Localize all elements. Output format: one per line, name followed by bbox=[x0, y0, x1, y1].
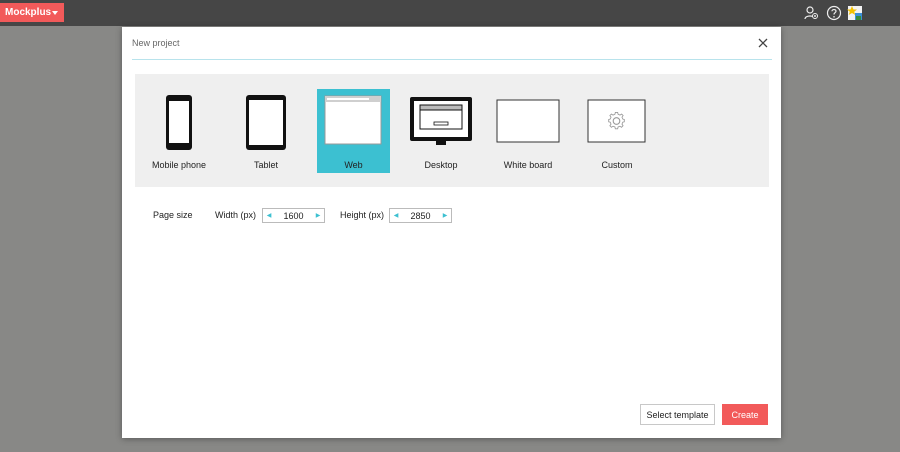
decrement-icon[interactable]: ◀ bbox=[264, 211, 274, 221]
device-label: Web bbox=[344, 160, 363, 170]
device-option-web[interactable]: Web bbox=[317, 89, 390, 173]
device-label: Desktop bbox=[424, 160, 458, 170]
mobile-phone-icon bbox=[166, 95, 192, 150]
close-icon[interactable] bbox=[757, 37, 769, 49]
avatar-icon[interactable] bbox=[847, 5, 863, 21]
device-label: White board bbox=[503, 160, 553, 170]
device-option-tablet[interactable]: Tablet bbox=[230, 89, 302, 173]
create-button[interactable]: Create bbox=[722, 404, 768, 425]
user-group-icon[interactable] bbox=[803, 5, 819, 21]
decrement-icon[interactable]: ◀ bbox=[391, 211, 401, 221]
increment-icon[interactable]: ▶ bbox=[313, 211, 323, 221]
height-stepper[interactable]: ◀ 2850 ▶ bbox=[389, 208, 452, 223]
height-label: Height (px) bbox=[340, 210, 385, 220]
top-bar: Mockplus bbox=[0, 0, 900, 26]
device-option-desktop[interactable]: Desktop bbox=[406, 89, 476, 173]
dialog-title: New project bbox=[132, 38, 180, 48]
device-option-mobile[interactable]: Mobile phone bbox=[143, 89, 215, 173]
brand-menu-button[interactable]: Mockplus bbox=[0, 3, 64, 22]
web-browser-icon bbox=[324, 95, 382, 145]
select-template-button[interactable]: Select template bbox=[640, 404, 715, 425]
tablet-icon bbox=[246, 95, 286, 150]
width-value[interactable]: 1600 bbox=[275, 211, 312, 221]
device-option-whiteboard[interactable]: White board bbox=[493, 89, 563, 173]
device-label: Custom bbox=[601, 160, 633, 170]
brand-label: Mockplus bbox=[5, 7, 52, 18]
custom-settings-icon bbox=[587, 99, 646, 143]
device-label: Mobile phone bbox=[151, 160, 207, 170]
height-value[interactable]: 2850 bbox=[402, 211, 439, 221]
page-size-label: Page size bbox=[153, 210, 193, 220]
new-project-dialog: New project Mobile phone Tablet Web Desk… bbox=[122, 27, 781, 438]
device-type-panel: Mobile phone Tablet Web Desktop White bo… bbox=[135, 74, 769, 187]
help-icon[interactable] bbox=[826, 5, 842, 21]
width-stepper[interactable]: ◀ 1600 ▶ bbox=[262, 208, 325, 223]
title-divider bbox=[132, 59, 772, 60]
increment-icon[interactable]: ▶ bbox=[440, 211, 450, 221]
width-label: Width (px) bbox=[215, 210, 257, 220]
whiteboard-icon bbox=[496, 99, 560, 143]
chevron-down-icon bbox=[52, 11, 58, 15]
desktop-monitor-icon bbox=[410, 97, 472, 145]
device-option-custom[interactable]: Custom bbox=[582, 89, 652, 173]
device-label: Tablet bbox=[253, 160, 279, 170]
